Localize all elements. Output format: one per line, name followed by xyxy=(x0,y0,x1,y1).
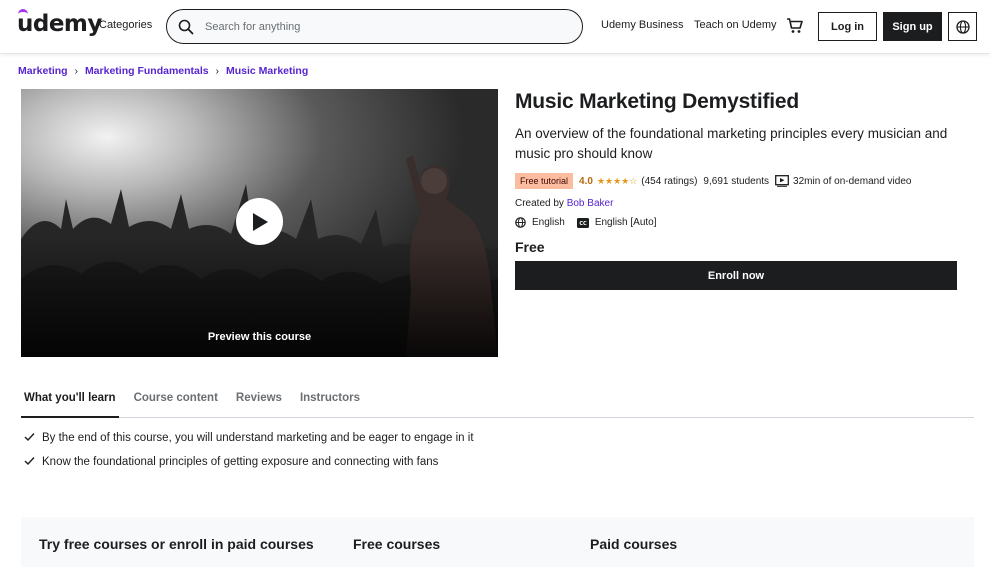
breadcrumb: Marketing › Marketing Fundamentals › Mus… xyxy=(18,65,308,77)
language-label: English xyxy=(532,217,565,228)
signup-button[interactable]: Sign up xyxy=(883,12,942,41)
udemy-business-link[interactable]: Udemy Business xyxy=(601,19,684,31)
preview-course-label[interactable]: Preview this course xyxy=(21,331,498,343)
language-info: English CC English [Auto] xyxy=(515,217,669,228)
students-count: 9,691 students xyxy=(703,175,770,187)
breadcrumb-item-marketing-fundamentals[interactable]: Marketing Fundamentals xyxy=(85,65,209,77)
list-item: By the end of this course, you will unde… xyxy=(24,430,474,448)
ratings-count-link[interactable]: (454 ratings) xyxy=(641,176,697,187)
course-meta: Free tutorial 4.0 ★★★★☆ (454 ratings) 9,… xyxy=(515,173,911,189)
tab-what-youll-learn[interactable]: What you'll learn xyxy=(21,384,119,418)
panel-heading: Try free courses or enroll in paid cours… xyxy=(39,536,314,552)
check-icon xyxy=(24,454,42,472)
star-rating-icon: ★★★★☆ xyxy=(596,175,638,186)
search-input[interactable] xyxy=(205,20,555,33)
learning-objective-text: Know the foundational principles of gett… xyxy=(42,456,439,468)
course-subtitle: An overview of the foundational marketin… xyxy=(515,126,948,161)
rating-value: 4.0 xyxy=(579,175,593,187)
teach-on-udemy-link[interactable]: Teach on Udemy xyxy=(694,19,777,31)
udemy-logo[interactable]: udemy xyxy=(17,9,102,37)
breadcrumb-item-music-marketing[interactable]: Music Marketing xyxy=(226,65,308,77)
globe-icon xyxy=(955,19,970,34)
login-button[interactable]: Log in xyxy=(818,12,877,41)
tab-instructors[interactable]: Instructors xyxy=(291,384,369,418)
breadcrumb-item-marketing[interactable]: Marketing xyxy=(18,65,68,77)
search-bar[interactable] xyxy=(166,9,583,44)
learning-objective-text: By the end of this course, you will unde… xyxy=(42,432,474,444)
tab-course-content[interactable]: Course content xyxy=(125,384,227,418)
captions-label: English [Auto] xyxy=(594,217,657,228)
play-icon xyxy=(252,212,268,231)
video-icon xyxy=(775,175,789,187)
top-header: udemy Categories Udemy Business Teach on… xyxy=(0,0,990,53)
paid-courses-heading: Paid courses xyxy=(590,536,678,552)
play-button[interactable] xyxy=(236,198,283,245)
course-price: Free xyxy=(515,239,545,255)
enroll-now-button[interactable]: Enroll now xyxy=(515,261,957,290)
logo-text: udemy xyxy=(17,11,102,37)
created-by: Created by Bob Baker xyxy=(515,198,613,209)
check-icon xyxy=(24,430,42,448)
shopping-cart-icon[interactable] xyxy=(786,17,804,40)
chevron-right-icon: › xyxy=(215,65,219,77)
logo-accent xyxy=(18,9,28,15)
learning-objectives: By the end of this course, you will unde… xyxy=(24,430,474,478)
tab-reviews[interactable]: Reviews xyxy=(227,384,291,418)
globe-icon xyxy=(515,217,526,228)
course-options-panel: Try free courses or enroll in paid cours… xyxy=(21,517,974,567)
chevron-right-icon: › xyxy=(74,65,78,77)
categories-menu[interactable]: Categories xyxy=(99,19,152,31)
language-button[interactable] xyxy=(948,12,977,41)
course-tabs: What you'll learn Course content Reviews… xyxy=(21,384,974,418)
author-link[interactable]: Bob Baker xyxy=(567,198,614,209)
search-icon[interactable] xyxy=(167,19,205,35)
free-courses-heading: Free courses xyxy=(353,536,441,552)
captions-item: CC English [Auto] xyxy=(576,217,657,228)
video-duration: 32min of on-demand video xyxy=(793,175,912,187)
svg-text:CC: CC xyxy=(579,221,587,227)
closed-captions-icon: CC xyxy=(576,217,589,228)
list-item: Know the foundational principles of gett… xyxy=(24,454,474,472)
language-item: English xyxy=(515,217,565,228)
created-by-label: Created by xyxy=(515,198,564,209)
course-title: Music Marketing Demystified xyxy=(515,90,800,113)
free-tutorial-badge: Free tutorial xyxy=(515,173,574,189)
